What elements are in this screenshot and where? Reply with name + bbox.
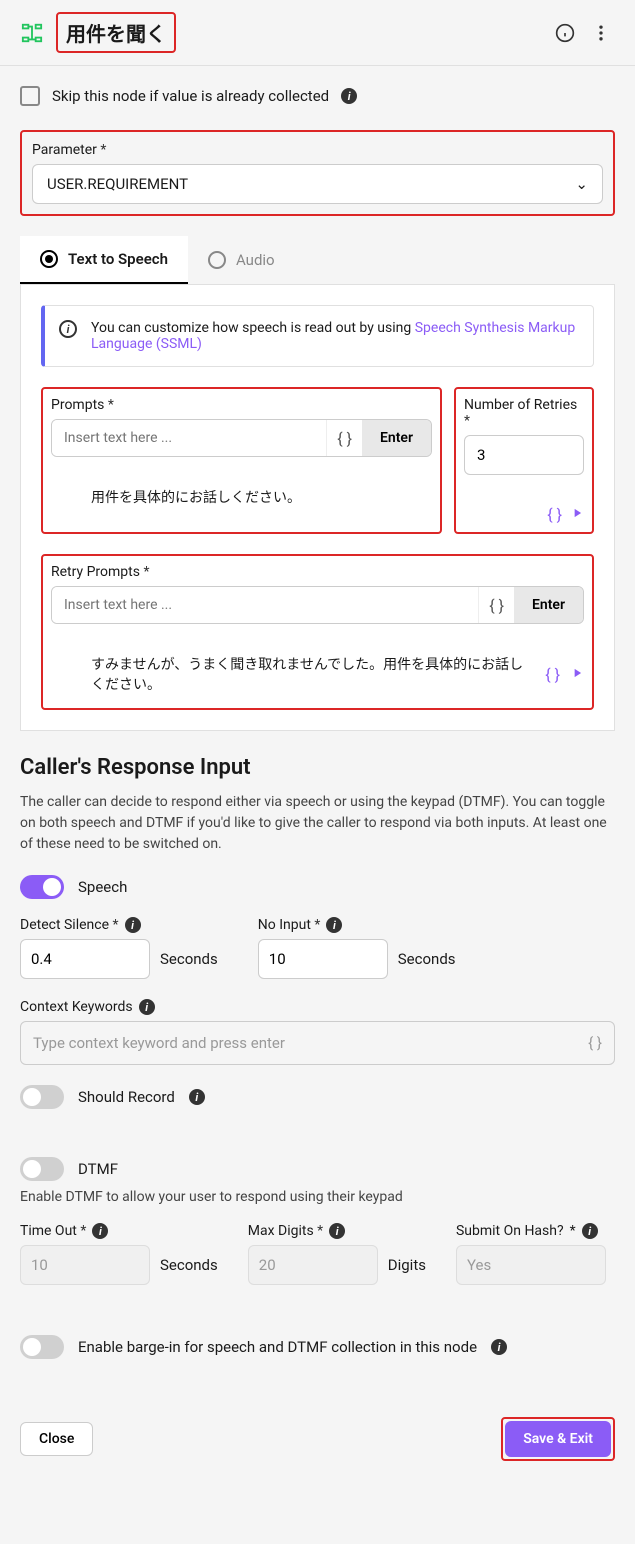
radio-icon: [40, 250, 58, 268]
speech-toggle[interactable]: [20, 875, 64, 899]
info-icon[interactable]: i: [189, 1089, 205, 1105]
tab-tts[interactable]: Text to Speech: [20, 236, 188, 284]
parameter-select[interactable]: USER.REQUIREMENT ⌄: [32, 164, 603, 204]
page-title: 用件を聞く: [66, 22, 166, 46]
dtmf-desc: Enable DTMF to allow your user to respon…: [20, 1189, 615, 1205]
no-input-input[interactable]: [258, 939, 388, 979]
info-icon[interactable]: i: [329, 1223, 345, 1239]
retry-prompt-text: すみませんが、うまく聞き取れませんでした。用件を具体的にお話しください。: [91, 654, 535, 694]
speech-label: Speech: [78, 878, 127, 896]
save-exit-button[interactable]: Save & Exit: [505, 1421, 611, 1457]
tab-audio[interactable]: Audio: [188, 236, 295, 284]
retry-prompts-input[interactable]: [52, 587, 478, 623]
prompt-text: 用件を具体的にお話しください。: [91, 487, 432, 507]
info-icon[interactable]: i: [92, 1223, 108, 1239]
info-banner: i You can customize how speech is read o…: [41, 305, 594, 367]
braces-icon[interactable]: { }: [547, 505, 562, 524]
info-icon[interactable]: i: [326, 917, 342, 933]
retries-label: Number of Retries: [464, 397, 584, 429]
banner-text: You can customize how speech is read out…: [91, 320, 415, 336]
unit-label: Seconds: [398, 950, 456, 968]
parameter-label: Parameter: [32, 142, 603, 158]
prompts-input[interactable]: [52, 420, 326, 456]
barge-in-toggle[interactable]: [20, 1335, 64, 1359]
info-icon[interactable]: [551, 19, 579, 47]
dtmf-toggle[interactable]: [20, 1157, 64, 1181]
more-menu-icon[interactable]: [587, 19, 615, 47]
info-icon[interactable]: i: [341, 88, 357, 104]
tab-audio-label: Audio: [236, 251, 275, 269]
tabs: Text to Speech Audio: [20, 236, 615, 285]
retries-input[interactable]: [464, 435, 584, 475]
timeout-input: [20, 1245, 150, 1285]
skip-label: Skip this node if value is already colle…: [52, 87, 329, 105]
timeout-label: Time Out: [20, 1223, 86, 1239]
submit-hash-label: Submit On Hash?: [456, 1223, 564, 1239]
skip-checkbox[interactable]: [20, 86, 40, 106]
info-icon[interactable]: i: [582, 1223, 598, 1239]
retry-prompt-item: すみませんが、うまく聞き取れませんでした。用件を具体的にお話しください。 { }: [91, 648, 584, 700]
braces-icon[interactable]: { }: [588, 1034, 602, 1052]
barge-in-label: Enable barge-in for speech and DTMF coll…: [78, 1338, 477, 1356]
close-button[interactable]: Close: [20, 1422, 93, 1456]
response-title: Caller's Response Input: [20, 755, 615, 780]
enter-button[interactable]: Enter: [514, 587, 583, 623]
play-icon[interactable]: [570, 505, 584, 524]
unit-label: Digits: [388, 1256, 426, 1274]
header: 用件を聞く: [0, 0, 635, 66]
submit-hash-select: Yes: [456, 1245, 606, 1285]
prompt-item: 用件を具体的にお話しください。: [91, 481, 432, 513]
response-desc: The caller can decide to respond either …: [20, 792, 615, 855]
play-icon[interactable]: [570, 665, 584, 684]
context-label: Context Keywords: [20, 999, 133, 1015]
should-record-toggle[interactable]: [20, 1085, 64, 1109]
context-placeholder: Type context keyword and press enter: [33, 1034, 285, 1052]
parameter-value: USER.REQUIREMENT: [47, 175, 188, 193]
should-record-label: Should Record: [78, 1088, 175, 1106]
unit-label: Seconds: [160, 950, 218, 968]
node-flow-icon: [20, 21, 44, 45]
no-input-label: No Input: [258, 917, 321, 933]
radio-icon: [208, 251, 226, 269]
unit-label: Seconds: [160, 1256, 218, 1274]
info-icon: i: [59, 320, 77, 338]
braces-button[interactable]: { }: [326, 420, 362, 456]
max-digits-label: Max Digits: [248, 1223, 323, 1239]
info-icon[interactable]: i: [491, 1339, 507, 1355]
braces-icon[interactable]: { }: [545, 665, 560, 684]
info-icon[interactable]: i: [139, 999, 155, 1015]
tab-tts-label: Text to Speech: [68, 250, 168, 268]
max-digits-input: [248, 1245, 378, 1285]
prompts-label: Prompts: [51, 397, 432, 413]
detect-silence-input[interactable]: [20, 939, 150, 979]
dtmf-label: DTMF: [78, 1160, 118, 1178]
enter-button[interactable]: Enter: [362, 420, 431, 456]
context-input[interactable]: Type context keyword and press enter { }: [20, 1021, 615, 1065]
chevron-down-icon: ⌄: [575, 175, 588, 193]
info-icon[interactable]: i: [125, 917, 141, 933]
detect-silence-label: Detect Silence: [20, 917, 119, 933]
braces-button[interactable]: { }: [478, 587, 514, 623]
retry-prompts-label: Retry Prompts: [51, 564, 584, 580]
